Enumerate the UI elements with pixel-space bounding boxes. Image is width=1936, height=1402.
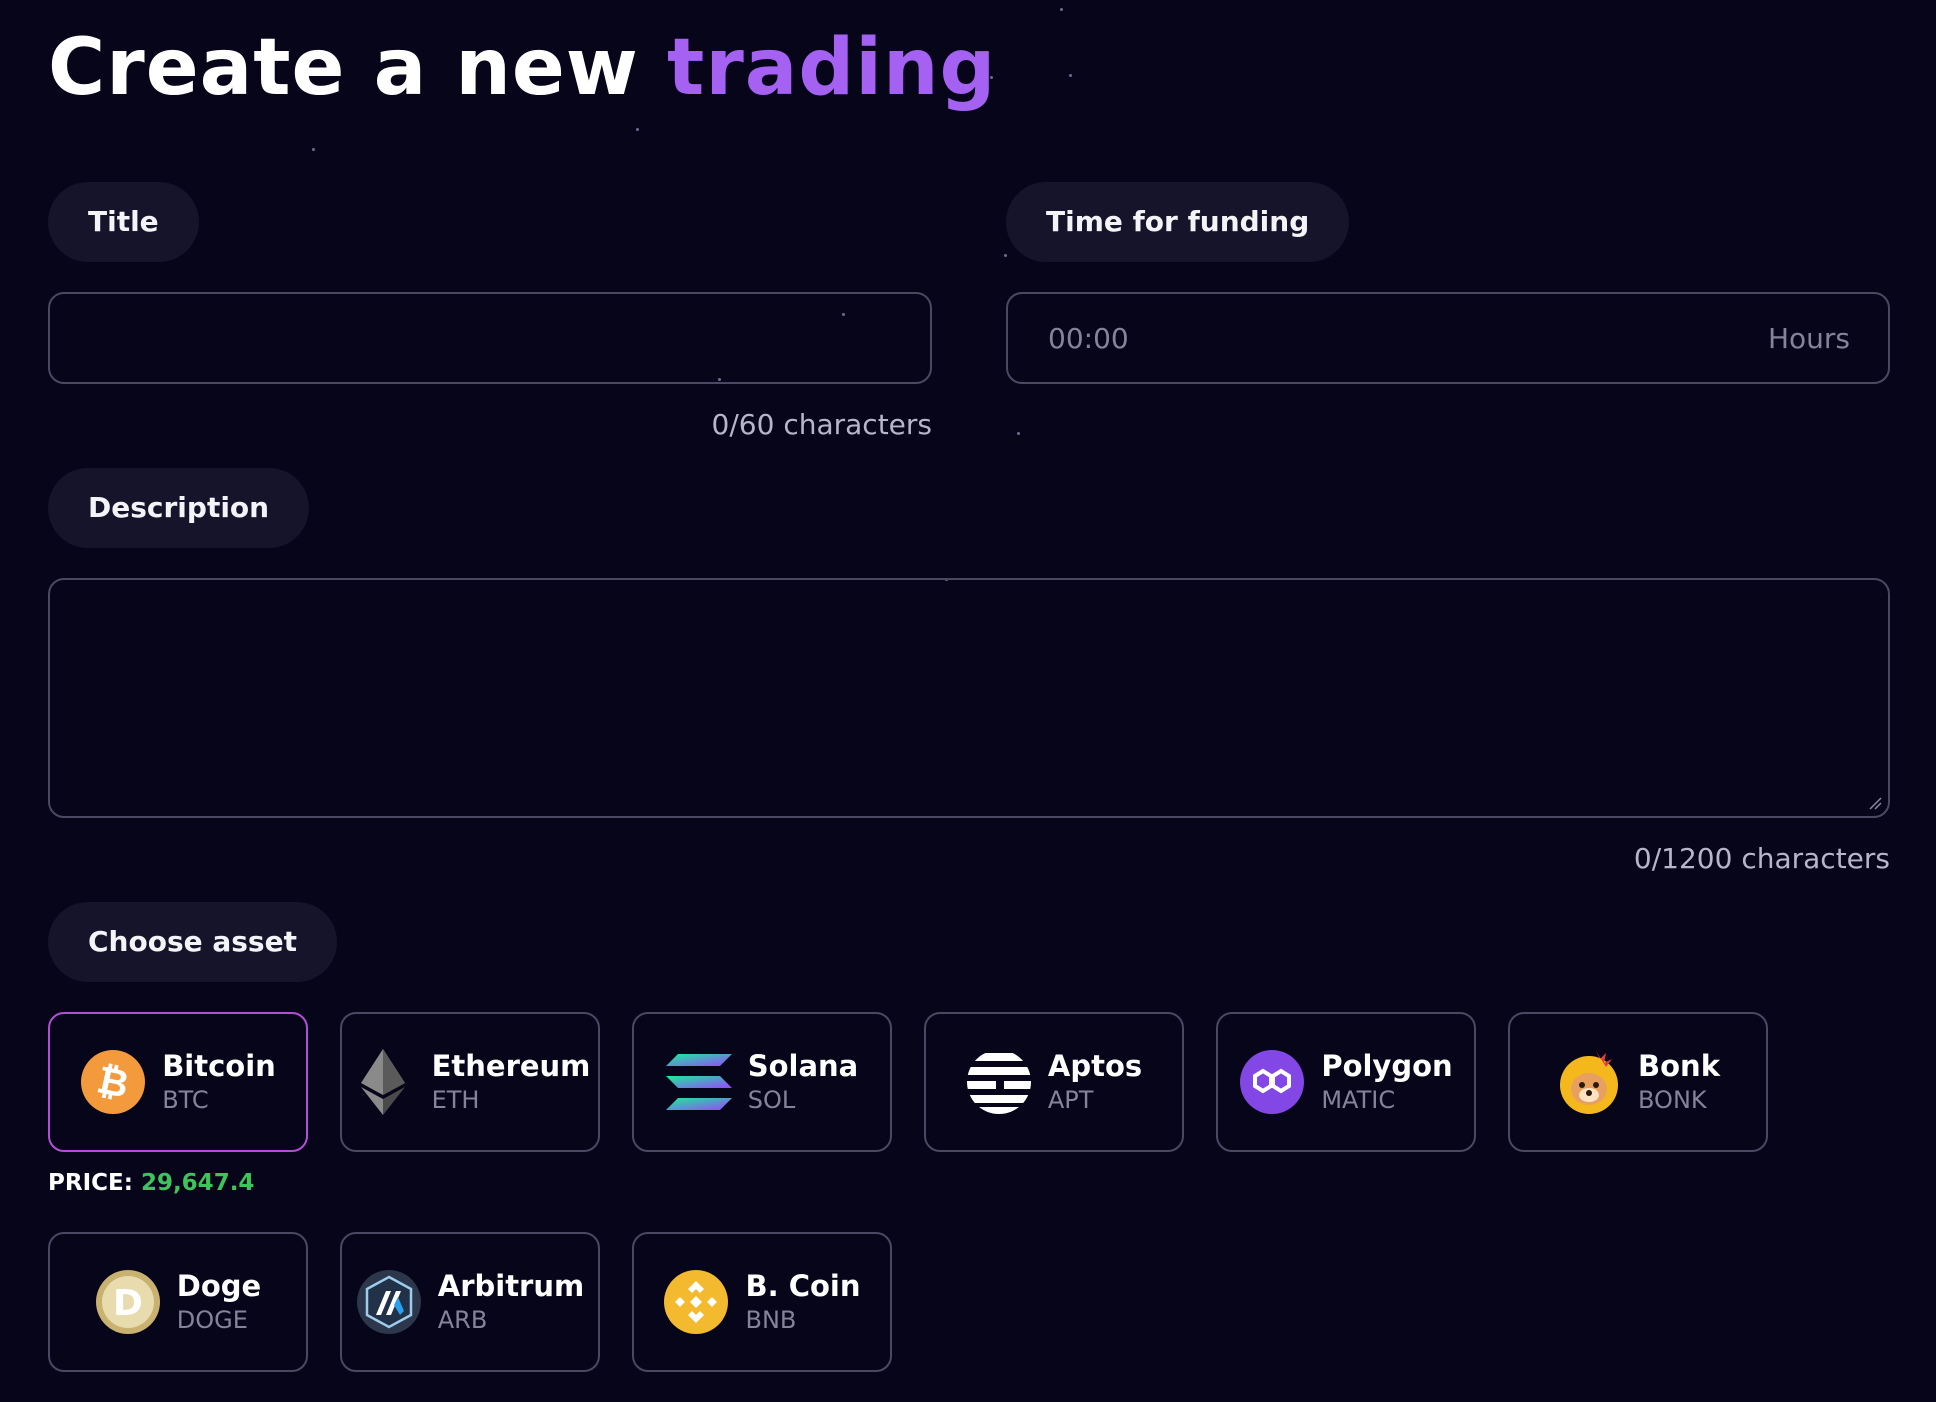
star-decoration	[1017, 432, 1020, 435]
star-decoration	[312, 148, 315, 151]
title-field[interactable]	[48, 292, 932, 384]
asset-ticker: BONK	[1638, 1086, 1707, 1114]
bonk-icon	[1556, 1049, 1622, 1115]
create-trading-page: Create a new trading Title 0/60 characte…	[0, 0, 1936, 1402]
polygon-icon	[1239, 1049, 1305, 1115]
funding-time-field[interactable]: Hours	[1006, 292, 1890, 384]
ethereum-icon	[350, 1049, 416, 1115]
asset-ticker: APT	[1047, 1086, 1094, 1114]
price-value: 29,647.4	[140, 1170, 255, 1196]
bitcoin-icon: ₿	[80, 1049, 146, 1115]
asset-option-polygon[interactable]: Polygon MATIC	[1216, 1012, 1476, 1152]
asset-ticker: DOGE	[176, 1306, 248, 1334]
asset-option-bonk[interactable]: Bonk BONK	[1508, 1012, 1768, 1152]
arbitrum-icon	[356, 1269, 422, 1335]
title-char-counter: 0/60 characters	[711, 408, 932, 441]
asset-option-aptos[interactable]: Aptos APT	[924, 1012, 1184, 1152]
asset-option-doge[interactable]: D Doge DOGE	[48, 1232, 308, 1372]
price-label: PRICE:	[48, 1170, 133, 1196]
asset-name: Bitcoin	[162, 1049, 276, 1083]
asset-ticker: SOL	[747, 1086, 796, 1114]
svg-text:D: D	[113, 1283, 143, 1324]
description-label: Description	[48, 468, 310, 548]
aptos-icon	[966, 1049, 1032, 1115]
star-decoration	[636, 128, 639, 131]
asset-name: Doge	[176, 1269, 262, 1303]
asset-option-bnb[interactable]: B. Coin BNB	[632, 1232, 892, 1372]
star-decoration	[1069, 74, 1072, 77]
asset-ticker: ARB	[437, 1306, 488, 1334]
star-decoration	[1060, 8, 1063, 11]
asset-name: Arbitrum	[437, 1269, 585, 1303]
bnb-icon	[663, 1269, 729, 1335]
doge-icon: D	[95, 1269, 161, 1335]
asset-ticker: BNB	[745, 1306, 797, 1334]
asset-option-bitcoin[interactable]: ₿ Bitcoin BTC	[48, 1012, 308, 1152]
title-label: Title	[48, 182, 199, 262]
resize-handle-icon[interactable]	[1868, 796, 1882, 810]
asset-name: Ethereum	[431, 1049, 591, 1083]
star-decoration	[1004, 254, 1007, 257]
description-field[interactable]	[48, 578, 1890, 818]
choose-asset-label: Choose asset	[48, 902, 337, 982]
asset-option-solana[interactable]: Solana SOL	[632, 1012, 892, 1152]
hours-suffix: Hours	[1767, 321, 1850, 355]
funding-time-label: Time for funding	[1006, 182, 1350, 262]
price-display: PRICE: 29,647.4	[48, 1170, 254, 1196]
asset-ticker: BTC	[162, 1086, 209, 1114]
funding-time-input[interactable]	[1008, 294, 1888, 382]
title-accent: trading	[667, 23, 997, 113]
asset-name: Polygon	[1321, 1049, 1453, 1083]
asset-option-arbitrum[interactable]: Arbitrum ARB	[340, 1232, 600, 1372]
asset-ticker: MATIC	[1321, 1086, 1396, 1114]
asset-name: Aptos	[1047, 1049, 1143, 1083]
asset-name: Bonk	[1638, 1049, 1720, 1083]
asset-ticker: ETH	[431, 1086, 480, 1114]
description-textarea[interactable]	[50, 580, 1888, 816]
solana-icon	[665, 1049, 732, 1115]
title-input[interactable]	[50, 294, 930, 382]
page-title: Create a new trading	[48, 20, 996, 116]
asset-name: Solana	[747, 1049, 859, 1083]
title-text: Create a new	[48, 23, 668, 113]
description-char-counter: 0/1200 characters	[1633, 842, 1890, 875]
asset-option-ethereum[interactable]: Ethereum ETH	[340, 1012, 600, 1152]
asset-name: B. Coin	[745, 1269, 861, 1303]
